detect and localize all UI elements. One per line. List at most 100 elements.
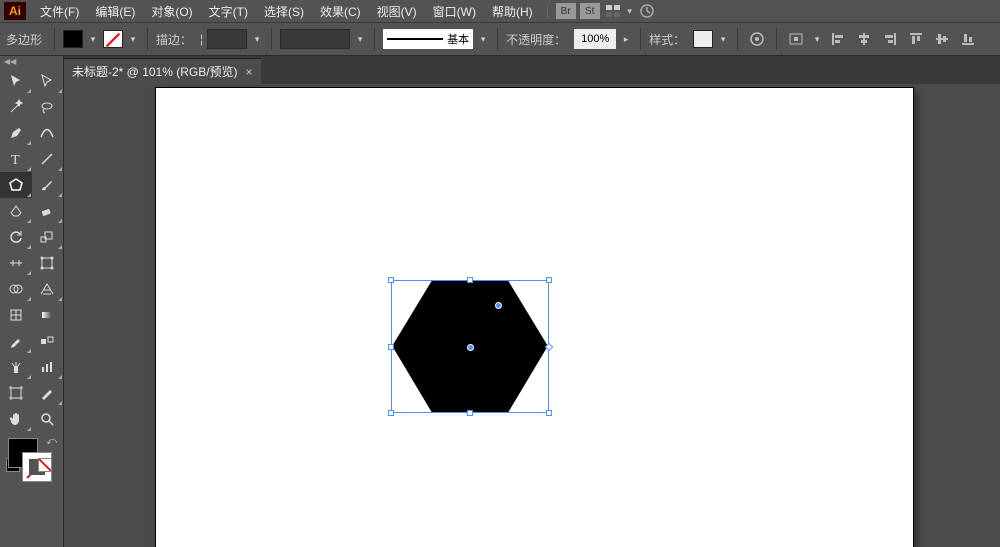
arrange-dropdown-icon[interactable]: ▾ [624, 2, 636, 20]
polygon-tool[interactable] [0, 172, 32, 198]
menu-file[interactable]: 文件(F) [32, 3, 87, 20]
selection-tool[interactable] [0, 68, 32, 94]
menu-bar: Ai 文件(F) 编辑(E) 对象(O) 文字(T) 选择(S) 效果(C) 视… [0, 0, 1000, 22]
selection-bounding-box[interactable] [391, 280, 549, 413]
brush-line-icon [387, 38, 443, 40]
graphic-style-swatch[interactable] [693, 30, 713, 48]
zoom-tool[interactable] [32, 406, 64, 432]
control-separator [640, 28, 641, 50]
paintbrush-tool[interactable] [32, 172, 64, 198]
selection-handle-tr[interactable] [546, 277, 552, 283]
arrange-documents-icon[interactable] [602, 2, 624, 20]
color-mode-none[interactable] [38, 458, 52, 472]
gradient-tool[interactable] [32, 302, 64, 328]
artboard-tool[interactable] [0, 380, 32, 406]
control-separator [271, 28, 272, 50]
rotate-tool[interactable] [0, 224, 32, 250]
type-tool[interactable]: T [0, 146, 32, 172]
work-area: ◀◀ T [0, 56, 1000, 547]
hand-tool[interactable] [0, 406, 32, 432]
selection-handle-bl[interactable] [388, 410, 394, 416]
mesh-tool[interactable] [0, 302, 32, 328]
align-to-dropdown-icon[interactable]: ▾ [811, 30, 823, 48]
slice-tool[interactable] [32, 380, 64, 406]
symbol-sprayer-tool[interactable] [0, 354, 32, 380]
align-hcenter-icon[interactable] [853, 28, 875, 50]
column-graph-tool[interactable] [32, 354, 64, 380]
selection-handle-bm[interactable] [467, 410, 473, 416]
stroke-link-icon[interactable]: ¦ [200, 32, 203, 46]
app-logo: Ai [4, 2, 26, 20]
menu-effect[interactable]: 效果(C) [312, 3, 369, 20]
pen-tool[interactable] [0, 120, 32, 146]
toolbox-panel: ◀◀ T [0, 56, 64, 547]
align-right-icon[interactable] [879, 28, 901, 50]
swap-fill-stroke-icon[interactable]: ⤺ [46, 436, 57, 447]
opacity-label: 不透明度： [506, 31, 566, 48]
live-corner-widget-icon[interactable] [495, 302, 502, 309]
menu-window[interactable]: 窗口(W) [425, 3, 484, 20]
stroke-dropdown-icon[interactable]: ▾ [127, 30, 139, 48]
menu-view[interactable]: 视图(V) [369, 3, 425, 20]
direct-selection-tool[interactable] [32, 68, 64, 94]
lasso-tool[interactable] [32, 94, 64, 120]
opacity-dropdown-icon[interactable]: ▸ [620, 30, 632, 48]
canvas-viewport[interactable] [64, 84, 1000, 547]
align-top-icon[interactable] [905, 28, 927, 50]
active-tool-label: 多边形 [6, 31, 42, 48]
opacity-input[interactable] [574, 29, 616, 49]
eyedropper-tool[interactable] [0, 328, 32, 354]
curvature-tool[interactable] [32, 120, 64, 146]
align-vcenter-icon[interactable] [931, 28, 953, 50]
selection-handle-br[interactable] [546, 410, 552, 416]
document-tab-title: 未标题-2* @ 101% (RGB/预览) [72, 63, 238, 80]
menu-separator [547, 4, 548, 18]
stroke-swatch[interactable] [103, 30, 123, 48]
menu-select[interactable]: 选择(S) [256, 3, 312, 20]
stroke-weight-dropdown-icon[interactable]: ▾ [251, 30, 263, 48]
align-to-selection-icon[interactable] [785, 28, 807, 50]
bridge-badge[interactable]: Br [556, 3, 576, 19]
selection-handle-tm[interactable] [467, 277, 473, 283]
center-anchor-icon[interactable] [467, 344, 474, 351]
toolbox-handle[interactable]: ◀◀ [0, 56, 63, 66]
control-bar: 多边形 ▾ ▾ 描边： ¦ ▾ ▾ 基本 ▾ 不透明度： ▸ 样式： ▾ ▾ [0, 22, 1000, 56]
selection-handle-tl[interactable] [388, 277, 394, 283]
menu-object[interactable]: 对象(O) [143, 3, 200, 20]
fill-swatch[interactable] [63, 30, 83, 48]
fill-dropdown-icon[interactable]: ▾ [87, 30, 99, 48]
close-tab-icon[interactable]: × [246, 65, 253, 79]
brush-definition[interactable]: 基本 [383, 29, 473, 49]
style-dropdown-icon[interactable]: ▾ [717, 30, 729, 48]
perspective-grid-tool[interactable] [32, 276, 64, 302]
fill-stroke-control[interactable]: ⤺ [0, 432, 63, 488]
variable-width-dropdown-icon[interactable]: ▾ [354, 30, 366, 48]
brush-dropdown-icon[interactable]: ▾ [477, 30, 489, 48]
document-tab[interactable]: 未标题-2* @ 101% (RGB/预览) × [64, 58, 261, 84]
width-tool[interactable] [0, 250, 32, 276]
selection-handle-ml[interactable] [388, 344, 394, 350]
line-tool[interactable] [32, 146, 64, 172]
magic-wand-tool[interactable] [0, 94, 32, 120]
stock-badge[interactable]: St [580, 3, 600, 19]
align-bottom-icon[interactable] [957, 28, 979, 50]
artboard[interactable] [156, 88, 913, 547]
control-separator [147, 28, 148, 50]
shaper-tool[interactable] [0, 198, 32, 224]
scale-tool[interactable] [32, 224, 64, 250]
menu-type[interactable]: 文字(T) [201, 3, 256, 20]
menu-edit[interactable]: 编辑(E) [87, 3, 143, 20]
stroke-weight-input[interactable] [207, 29, 247, 49]
menu-help[interactable]: 帮助(H) [484, 3, 541, 20]
eraser-tool[interactable] [32, 198, 64, 224]
recolor-artwork-icon[interactable] [746, 28, 768, 50]
free-transform-tool[interactable] [32, 250, 64, 276]
brush-name: 基本 [447, 31, 469, 47]
variable-width-profile[interactable] [280, 29, 350, 49]
svg-text:T: T [11, 153, 20, 167]
document-area: 未标题-2* @ 101% (RGB/预览) × [64, 56, 1000, 547]
gpu-preview-icon[interactable] [636, 2, 658, 20]
blend-tool[interactable] [32, 328, 64, 354]
shape-builder-tool[interactable] [0, 276, 32, 302]
align-left-icon[interactable] [827, 28, 849, 50]
